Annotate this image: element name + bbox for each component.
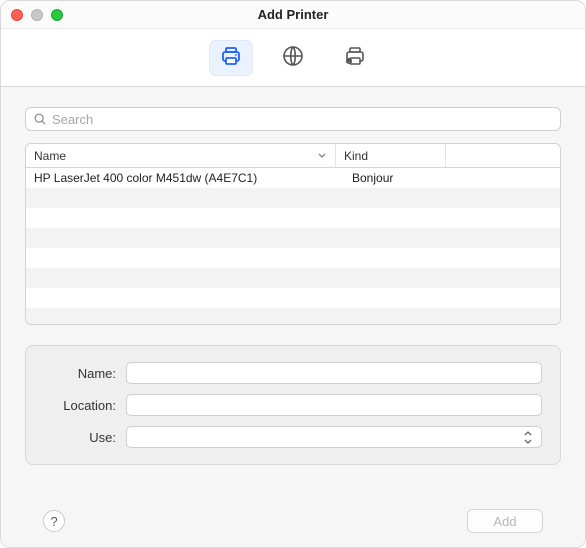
column-header-name[interactable]: Name <box>26 144 336 167</box>
column-header-spacer <box>446 144 560 167</box>
table-header: Name Kind <box>26 144 560 168</box>
printer-icon <box>219 44 243 71</box>
column-header-kind-label: Kind <box>344 149 368 163</box>
content-area: Name Kind HP LaserJet 400 color M451dw (… <box>1 87 585 547</box>
ip-tab[interactable] <box>271 40 315 76</box>
search-field-wrap <box>25 107 561 131</box>
footer: ? Add <box>25 497 561 547</box>
name-label: Name: <box>44 366 116 381</box>
table-row <box>26 188 560 208</box>
search-input[interactable] <box>25 107 561 131</box>
printers-table: Name Kind HP LaserJet 400 color M451dw (… <box>25 143 561 325</box>
help-button[interactable]: ? <box>43 510 65 532</box>
table-row <box>26 228 560 248</box>
help-icon: ? <box>50 514 57 529</box>
default-tab[interactable] <box>209 40 253 76</box>
column-header-name-label: Name <box>34 149 66 163</box>
table-body: HP LaserJet 400 color M451dw (A4E7C1) Bo… <box>26 168 560 324</box>
add-printer-window: Add Printer <box>0 0 586 548</box>
table-row <box>26 308 560 324</box>
location-field[interactable] <box>126 394 542 416</box>
table-row <box>26 248 560 268</box>
shared-printer-icon <box>343 44 367 71</box>
table-row[interactable]: HP LaserJet 400 color M451dw (A4E7C1) Bo… <box>26 168 560 188</box>
use-select[interactable] <box>126 426 542 448</box>
add-button-label: Add <box>493 514 516 529</box>
windows-tab[interactable] <box>333 40 377 76</box>
table-row <box>26 268 560 288</box>
window-controls <box>11 9 63 21</box>
close-window-button[interactable] <box>11 9 23 21</box>
column-header-kind[interactable]: Kind <box>336 144 446 167</box>
printer-details-panel: Name: Location: Use: <box>25 345 561 465</box>
table-row <box>26 208 560 228</box>
location-label: Location: <box>44 398 116 413</box>
name-field[interactable] <box>126 362 542 384</box>
add-button: Add <box>467 509 543 533</box>
globe-icon <box>281 44 305 71</box>
printer-source-segment <box>209 40 377 76</box>
printer-name-cell: HP LaserJet 400 color M451dw (A4E7C1) <box>26 171 336 185</box>
use-label: Use: <box>44 430 116 445</box>
updown-stepper-icon <box>523 429 537 445</box>
toolbar <box>1 29 585 87</box>
titlebar: Add Printer <box>1 1 585 29</box>
chevron-down-icon <box>317 149 327 163</box>
zoom-window-button[interactable] <box>51 9 63 21</box>
window-title: Add Printer <box>1 7 585 22</box>
minimize-window-button <box>31 9 43 21</box>
printer-kind-cell: Bonjour <box>336 171 446 185</box>
table-row <box>26 288 560 308</box>
